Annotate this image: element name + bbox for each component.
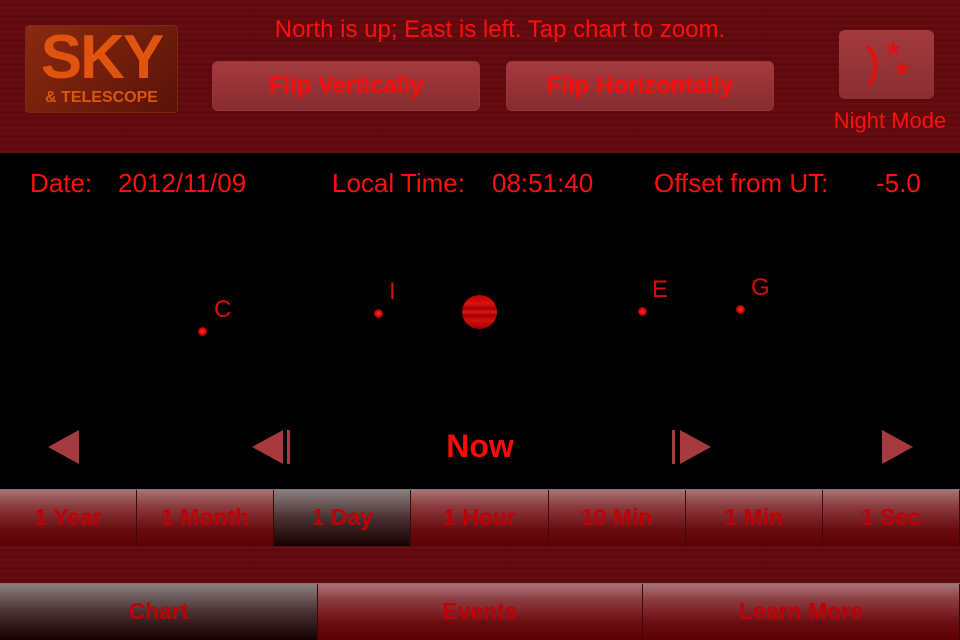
- local-time-value[interactable]: 08:51:40: [492, 168, 593, 199]
- moon-label: G: [751, 274, 770, 301]
- forward-fast-icon[interactable]: [882, 430, 913, 464]
- step-10-min[interactable]: 10 Min: [548, 490, 686, 546]
- logo-subtext: & TELESCOPE: [45, 89, 158, 106]
- ut-offset-value[interactable]: -5.0: [876, 168, 921, 199]
- now-button[interactable]: Now: [430, 428, 530, 465]
- moon-dot: [638, 307, 647, 316]
- moon-stars-icon: [865, 40, 910, 88]
- back-fast-icon[interactable]: [48, 430, 79, 464]
- sky-telescope-logo: SKY & TELESCOPE: [25, 25, 178, 113]
- step-back-icon[interactable]: [252, 430, 283, 464]
- logo-text: SKY: [40, 23, 164, 92]
- moon-dot: [374, 309, 383, 318]
- flip-horizontally-button[interactable]: Flip Horizontally: [506, 61, 774, 111]
- step-forward-bar: [672, 430, 675, 464]
- moon-label: C: [214, 296, 232, 323]
- flip-vertically-button[interactable]: Flip Vertically: [212, 61, 480, 111]
- ut-offset-label: Offset from UT:: [654, 168, 829, 198]
- night-mode-label: Night Mode: [833, 108, 947, 133]
- moon-dot: [198, 327, 207, 336]
- date-value[interactable]: 2012/11/09: [118, 168, 246, 199]
- divider-strip: [0, 546, 960, 583]
- tab-learn-more[interactable]: Learn More: [643, 584, 960, 640]
- step-forward-icon[interactable]: [680, 430, 711, 464]
- jupiter-planet: [462, 295, 497, 329]
- step-1-sec[interactable]: 1 Sec: [822, 490, 960, 546]
- tab-events[interactable]: Events: [318, 584, 643, 640]
- tab-bar: Chart Events Learn More: [0, 583, 960, 640]
- date-label: Date:: [30, 168, 93, 198]
- moon-label: E: [652, 276, 669, 303]
- header: SKY & TELESCOPE North is up; East is lef…: [0, 0, 960, 153]
- local-time-label: Local Time:: [332, 168, 465, 198]
- moon-label: I: [389, 278, 396, 305]
- step-1-month[interactable]: 1 Month: [137, 490, 275, 546]
- step-back-bar: [287, 430, 290, 464]
- tab-chart[interactable]: Chart: [0, 584, 318, 640]
- orientation-hint: North is up; East is left. Tap chart to …: [274, 16, 726, 43]
- step-1-year[interactable]: 1 Year: [0, 490, 138, 546]
- moon-dot: [736, 305, 745, 314]
- time-step-selector: 1 Year 1 Month 1 Day 1 Hour 10 Min 1 Min…: [0, 489, 960, 546]
- step-1-hour[interactable]: 1 Hour: [411, 490, 549, 546]
- step-1-min[interactable]: 1 Min: [685, 490, 823, 546]
- step-1-day[interactable]: 1 Day: [274, 490, 412, 546]
- night-mode-button[interactable]: [839, 30, 934, 99]
